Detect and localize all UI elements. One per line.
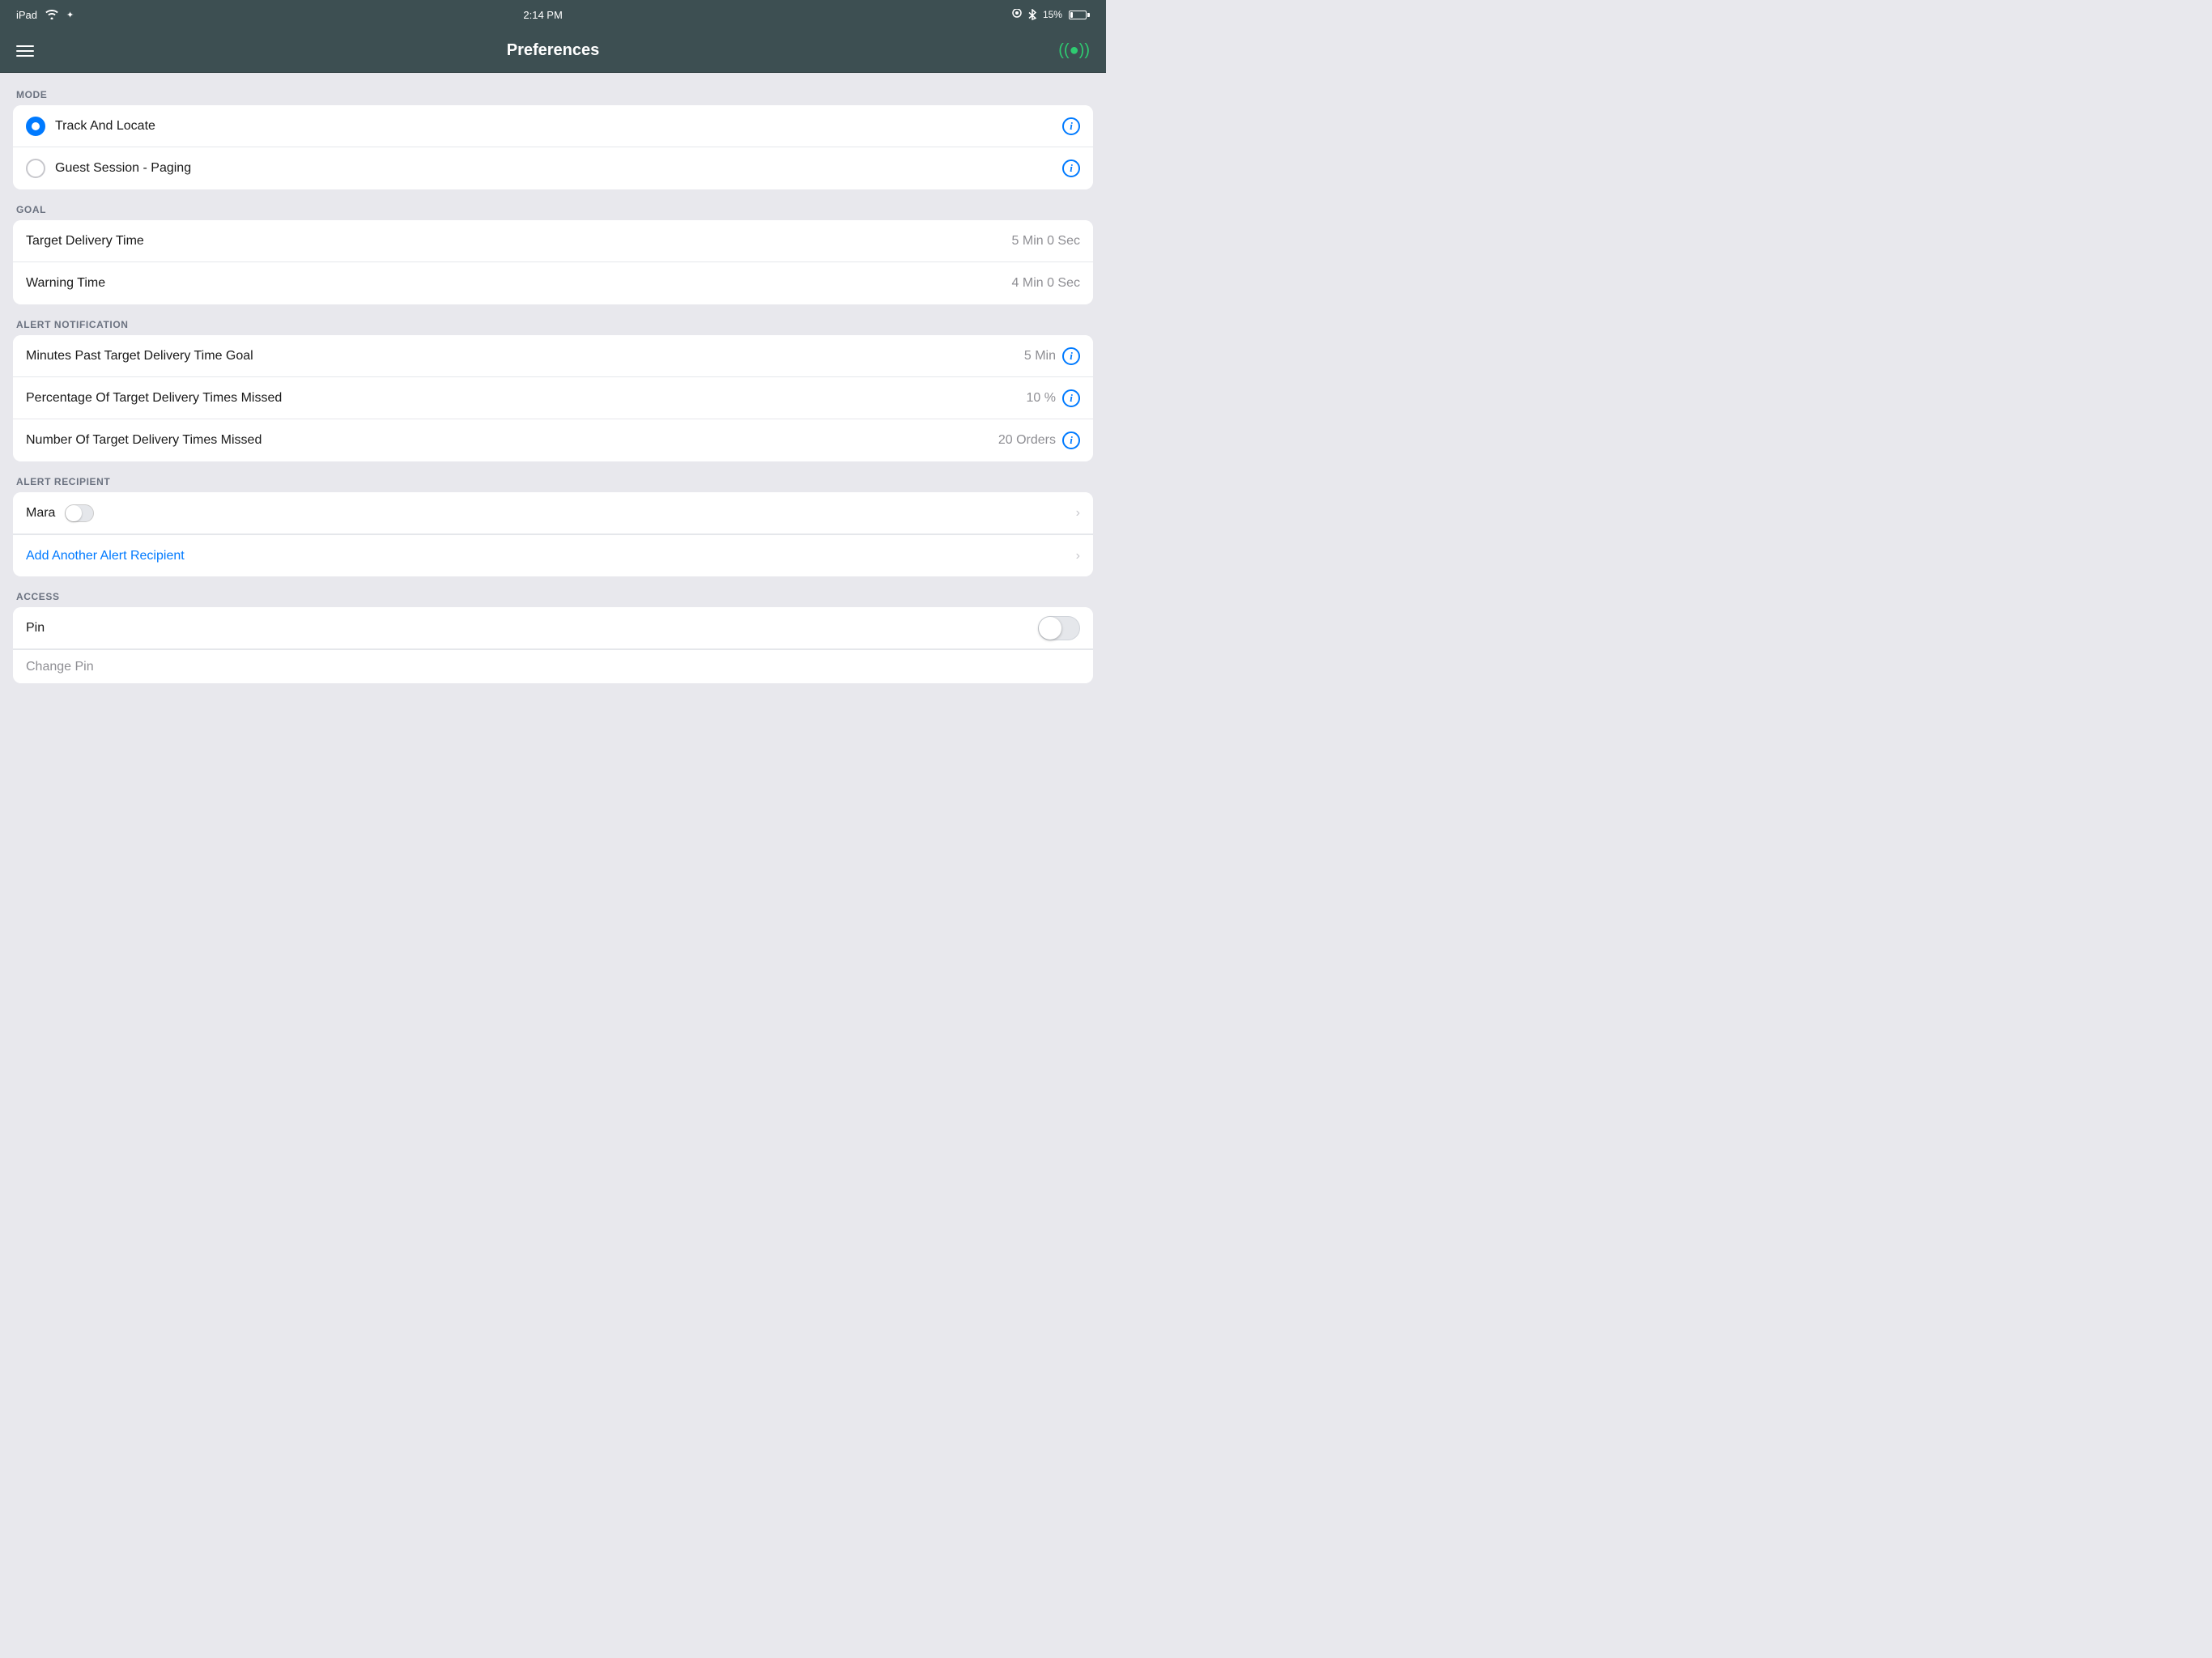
number-missed-info-icon[interactable]: i [1062,432,1080,449]
mode-track-radio[interactable] [26,117,45,136]
minutes-past-row[interactable]: Minutes Past Target Delivery Time Goal 5… [13,335,1093,377]
broadcast-button[interactable]: ((●)) [1058,41,1090,60]
percentage-missed-label: Percentage Of Target Delivery Times Miss… [26,391,282,406]
battery-icon [1069,11,1090,19]
location-icon [1012,9,1022,20]
alert-notification-card: Minutes Past Target Delivery Time Goal 5… [13,335,1093,461]
status-right: 15% [1012,9,1090,20]
status-bar: iPad ✦ 2:14 PM 15% [0,0,1106,29]
number-missed-row[interactable]: Number Of Target Delivery Times Missed 2… [13,419,1093,461]
mode-card: Track And Locate i Guest Session - Pagin… [13,105,1093,189]
mara-toggle-thumb [66,505,82,521]
nav-bar: Preferences ((●)) [0,29,1106,73]
minutes-past-right: 5 Min i [1024,347,1080,365]
wifi-icon [45,10,58,19]
add-recipient-label: Add Another Alert Recipient [26,549,185,563]
pin-right [1038,616,1080,640]
warning-time-row[interactable]: Warning Time 4 Min 0 Sec [13,262,1093,304]
section-label-alert-recipient: ALERT RECIPIENT [13,476,1093,492]
menu-button[interactable] [16,45,34,57]
mode-track-radio-inner [32,122,40,130]
mode-guest-label-left: Guest Session - Paging [26,159,191,178]
percentage-missed-row[interactable]: Percentage Of Target Delivery Times Miss… [13,377,1093,419]
mode-guest-right: i [1062,159,1080,177]
mara-name: Mara [26,506,55,521]
add-recipient-row[interactable]: Add Another Alert Recipient › [13,534,1093,576]
target-delivery-time-value: 5 Min 0 Sec [1012,234,1080,249]
status-left: iPad ✦ [16,9,74,21]
percentage-missed-right: 10 % i [1027,389,1080,407]
minutes-past-value: 5 Min [1024,349,1056,363]
percentage-missed-info-icon[interactable]: i [1062,389,1080,407]
mode-guest-session-row[interactable]: Guest Session - Paging i [13,147,1093,189]
section-label-access: ACCESS [13,591,1093,607]
number-missed-right: 20 Orders i [998,432,1080,449]
number-missed-label: Number Of Target Delivery Times Missed [26,433,262,448]
access-card: Pin Change Pin [13,607,1093,683]
section-label-alert-notification: ALERT NOTIFICATION [13,319,1093,335]
signal-icon: ✦ [66,10,74,20]
pin-toggle-thumb [1039,617,1061,640]
status-time: 2:14 PM [523,9,562,21]
mara-toggle[interactable] [65,504,94,522]
mode-track-info-icon[interactable]: i [1062,117,1080,135]
change-pin-label: Change Pin [26,660,94,674]
warning-time-value: 4 Min 0 Sec [1012,276,1080,291]
mode-guest-info-icon[interactable]: i [1062,159,1080,177]
bluetooth-icon [1028,9,1036,20]
goal-card: Target Delivery Time 5 Min 0 Sec Warning… [13,220,1093,304]
alert-recipient-card: Mara › Add Another Alert Recipient › [13,492,1093,576]
change-pin-row[interactable]: Change Pin [13,649,1093,683]
mode-guest-radio[interactable] [26,159,45,178]
target-delivery-time-row[interactable]: Target Delivery Time 5 Min 0 Sec [13,220,1093,262]
mara-chevron-icon: › [1076,506,1080,521]
mode-guest-label: Guest Session - Paging [55,161,191,176]
page-title: Preferences [507,41,600,60]
ipad-label: iPad [16,9,37,21]
section-label-goal: GOAL [13,204,1093,220]
minutes-past-label: Minutes Past Target Delivery Time Goal [26,349,253,363]
mode-track-right: i [1062,117,1080,135]
pin-row[interactable]: Pin [13,607,1093,649]
mode-track-and-locate-row[interactable]: Track And Locate i [13,105,1093,147]
percentage-missed-value: 10 % [1027,391,1056,406]
minutes-past-info-icon[interactable]: i [1062,347,1080,365]
mode-track-label-left: Track And Locate [26,117,155,136]
mode-track-label: Track And Locate [55,119,155,134]
battery-percent: 15% [1043,9,1062,20]
target-delivery-time-label: Target Delivery Time [26,234,144,249]
add-recipient-chevron-icon: › [1076,549,1080,563]
mara-right: › [1076,506,1080,521]
content-area: MODE Track And Locate i Guest Session - … [0,73,1106,699]
mara-recipient-row[interactable]: Mara › [13,492,1093,534]
warning-time-label: Warning Time [26,276,105,291]
pin-label: Pin [26,621,45,636]
mara-left: Mara [26,504,94,522]
section-label-mode: MODE [13,89,1093,105]
pin-toggle[interactable] [1038,616,1080,640]
number-missed-value: 20 Orders [998,433,1056,448]
